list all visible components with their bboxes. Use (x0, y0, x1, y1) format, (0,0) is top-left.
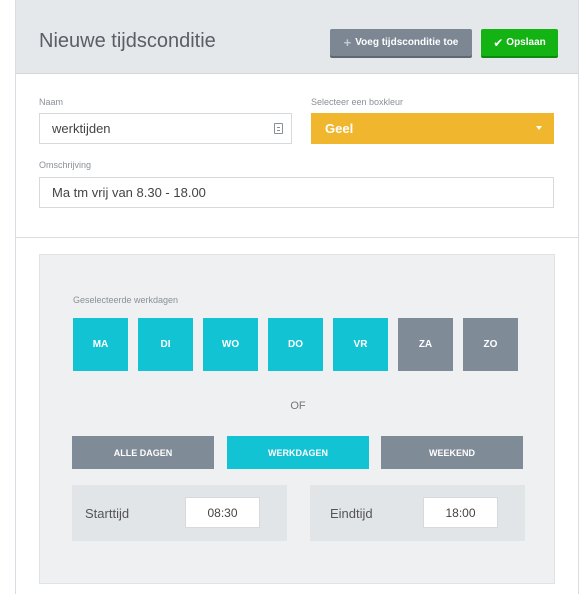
day-button-wo[interactable]: WO (203, 318, 258, 371)
condition-form: Naam werktijden Selecteer een boxkleur G… (16, 75, 578, 238)
save-button[interactable]: ✔ Opslaan (481, 29, 558, 56)
or-separator: OF (290, 400, 306, 412)
day-button-zo[interactable]: ZO (463, 318, 518, 371)
day-button-do[interactable]: DO (268, 318, 323, 371)
plus-icon: + (343, 35, 352, 50)
color-label: Selecteer een boxkleur (311, 97, 404, 107)
name-label: Naam (39, 97, 64, 107)
day-button-vr[interactable]: VR (333, 318, 388, 371)
panel-header: Nieuwe tijdsconditie + Voeg tijdsconditi… (16, 0, 578, 74)
start-time-box: Starttijd 08:30 (72, 485, 287, 541)
box-color-value: Geel (325, 121, 354, 136)
name-field[interactable]: werktijden (39, 113, 292, 144)
description-field[interactable]: Ma tm vrij van 8.30 - 18.00 (39, 177, 554, 208)
day-button-ma[interactable]: MA (73, 318, 128, 371)
check-icon: ✔ (493, 35, 504, 50)
start-time-input[interactable]: 08:30 (185, 497, 260, 528)
box-color-select[interactable]: Geel (311, 113, 554, 144)
page-title: Nieuwe tijdsconditie (39, 30, 216, 52)
day-button-za[interactable]: ZA (398, 318, 453, 371)
description-label: Omschrijving (39, 160, 92, 170)
weekday-selector: Geselecteerde werkdagen MA DI WO DO VR Z… (39, 254, 555, 584)
all-days-button[interactable]: ALLE DAGEN (72, 436, 214, 469)
contact-card-icon (274, 123, 283, 134)
selected-weekdays-label: Geselecteerde werkdagen (73, 295, 179, 305)
save-button-label: Opslaan (506, 37, 546, 48)
weekend-button[interactable]: WEEKEND (381, 436, 523, 469)
caret-down-icon (536, 126, 542, 130)
name-value: werktijden (52, 121, 111, 136)
end-time-box: Eindtijd 18:00 (310, 485, 525, 541)
day-button-di[interactable]: DI (138, 318, 193, 371)
description-value: Ma tm vrij van 8.30 - 18.00 (52, 185, 206, 200)
end-time-label: Eindtijd (330, 506, 373, 521)
end-time-input[interactable]: 18:00 (423, 497, 498, 528)
start-time-label: Starttijd (85, 506, 130, 521)
time-condition-panel: Nieuwe tijdsconditie + Voeg tijdsconditi… (15, 0, 579, 594)
workdays-button[interactable]: WERKDAGEN (227, 436, 369, 469)
add-time-condition-button[interactable]: + Voeg tijdsconditie toe (330, 29, 472, 56)
add-button-label: Voeg tijdsconditie toe (355, 37, 459, 48)
